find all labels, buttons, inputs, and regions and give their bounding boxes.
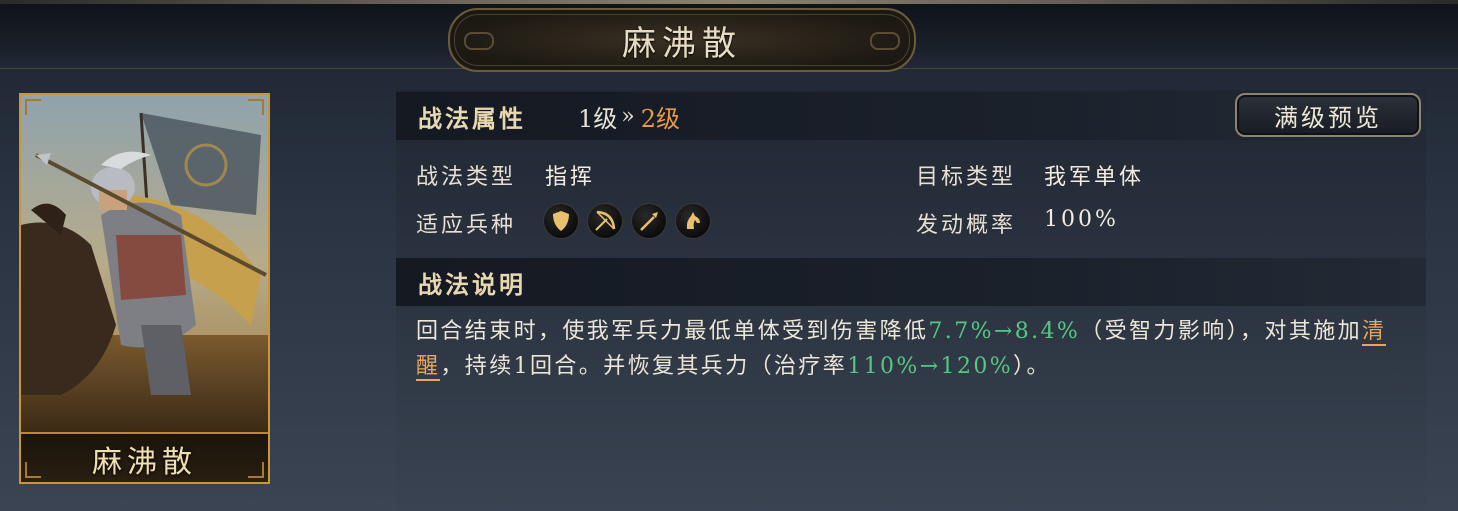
shield-icon[interactable] xyxy=(544,204,578,238)
horse-icon[interactable] xyxy=(676,204,710,238)
troop-type-label: 适应兵种 xyxy=(416,213,517,238)
description-title: 战法说明 xyxy=(418,269,526,299)
spear-icon[interactable] xyxy=(632,204,666,238)
desc-text: ，持续1回合。并恢复其兵力（治疗率 xyxy=(440,354,848,379)
level-next: 2级 xyxy=(640,104,681,133)
target-type-label: 目标类型 xyxy=(916,165,1017,190)
desc-text: ）。 xyxy=(1013,354,1051,379)
heal-rate-value: 110%→120% xyxy=(847,354,1014,379)
title-plate: 麻沸散 xyxy=(448,8,916,72)
top-border-line xyxy=(0,0,1458,4)
tactic-card[interactable]: 麻沸散 xyxy=(19,93,270,484)
page-title: 麻沸散 xyxy=(622,23,742,64)
tactic-description: 回合结束时，使我军兵力最低单体受到伤害降低7.7%→8.4%（受智力影响），对其… xyxy=(416,314,1416,384)
tactic-type-label: 战法类型 xyxy=(416,165,517,190)
max-level-preview-button[interactable]: 满级预览 xyxy=(1235,93,1421,137)
attributes-title: 战法属性 xyxy=(418,103,526,133)
card-corner-ornament xyxy=(248,462,264,478)
tactic-type-value: 指挥 xyxy=(545,165,596,190)
card-name-bar: 麻沸散 xyxy=(21,432,268,482)
damage-reduction-value: 7.7%→8.4% xyxy=(928,319,1081,344)
bow-icon[interactable] xyxy=(588,204,622,238)
level-current: 1级 xyxy=(578,104,618,133)
card-corner-ornament xyxy=(25,462,41,478)
card-name: 麻沸散 xyxy=(92,445,197,480)
card-corner-ornament xyxy=(25,99,41,115)
trigger-chance-value: 100% xyxy=(1044,207,1119,232)
desc-text: （受智力影响），对其施加 xyxy=(1080,319,1363,344)
ornament-right xyxy=(870,32,900,50)
level-arrow-icon: » xyxy=(621,103,635,129)
target-type-value: 我军单体 xyxy=(1044,165,1145,190)
trigger-chance-label: 发动概率 xyxy=(916,213,1017,238)
portrait-art xyxy=(21,95,268,432)
desc-text: 回合结束时，使我军兵力最低单体受到伤害降低 xyxy=(416,319,929,344)
general-portrait xyxy=(21,95,268,432)
ornament-left xyxy=(464,32,494,50)
card-corner-ornament xyxy=(248,99,264,115)
description-header: 战法说明 xyxy=(396,258,1426,306)
